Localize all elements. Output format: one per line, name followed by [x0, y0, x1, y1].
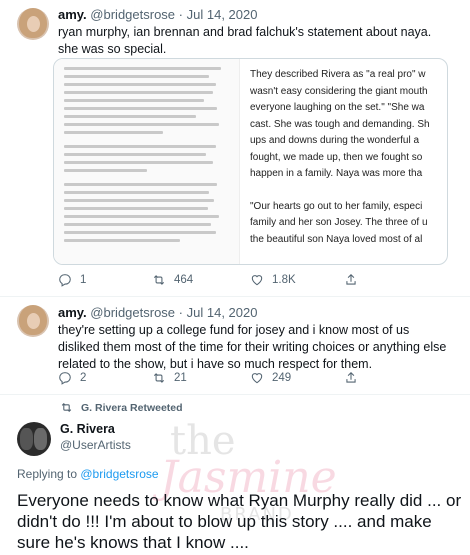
author-handle[interactable]: @UserArtists [60, 438, 131, 452]
reply-button[interactable]: 1 [58, 273, 86, 287]
tweet-text: Everyone needs to know what Ryan Murphy … [17, 491, 462, 552]
retweet-icon [153, 373, 165, 383]
share-icon [346, 372, 356, 383]
avatar-face [27, 16, 40, 32]
reply-button[interactable]: 2 [58, 371, 86, 385]
retweet-count: 21 [174, 372, 187, 384]
tweet-header: amy. @bridgetsrose · Jul 14, 2020 [58, 305, 257, 320]
excerpt-line: "Our hearts go out to her family, especi [250, 200, 423, 212]
avatar[interactable] [17, 8, 49, 40]
tweet-media-image[interactable]: They described Rivera as "a real pro" w … [53, 58, 448, 265]
excerpt-line: cast. She was tough and demanding. Sh [250, 118, 430, 130]
tweet-text: they're setting up a college fund for jo… [58, 323, 447, 371]
article-excerpt-blurred [54, 59, 240, 264]
tweet-date[interactable]: Jul 14, 2020 [187, 305, 258, 320]
retweet-icon [61, 402, 72, 413]
excerpt-line: fought, we made up, then we fought so [250, 151, 423, 163]
share-icon [346, 274, 356, 285]
like-button[interactable]: 1.8K [250, 273, 296, 287]
excerpt-line: everyone laughing on the set." "She wa [250, 102, 425, 113]
tweet-text: ryan murphy, ian brennan and brad falchu… [58, 25, 432, 56]
avatar-person [34, 428, 47, 450]
excerpt-line: wasn't easy considering the giant mouth [250, 85, 428, 97]
share-button[interactable] [344, 371, 358, 385]
excerpt-line: family and her son Josey. The three of u [250, 217, 428, 228]
like-count: 1.8K [272, 274, 296, 286]
author-name[interactable]: amy. [58, 7, 87, 22]
reply-icon [59, 274, 71, 287]
excerpt-line: happen in a family. Naya was more tha [250, 168, 423, 179]
avatar-person [20, 428, 33, 450]
divider [0, 394, 470, 395]
retweet-label[interactable]: G. Rivera Retweeted [81, 402, 183, 414]
retweet-button[interactable]: 21 [152, 371, 187, 385]
heart-icon [251, 373, 263, 384]
separator: · [178, 305, 184, 320]
author-handle[interactable]: @bridgetsrose [90, 305, 175, 320]
replying-prefix: Replying to [17, 467, 81, 481]
retweet-button[interactable]: 464 [152, 273, 193, 287]
reply-count: 1 [80, 274, 87, 286]
heart-icon [251, 275, 263, 286]
share-button[interactable] [344, 273, 358, 287]
retweet-indicator: G. Rivera Retweeted [60, 401, 183, 414]
like-button[interactable]: 249 [250, 371, 291, 385]
avatar[interactable] [17, 305, 49, 337]
retweet-icon [153, 275, 165, 285]
separator: · [178, 7, 184, 22]
avatar-face [27, 313, 40, 329]
author-name[interactable]: amy. [58, 305, 87, 320]
tweet-header: amy. @bridgetsrose · Jul 14, 2020 [58, 7, 257, 22]
author-handle[interactable]: @bridgetsrose [90, 7, 175, 22]
replying-to: Replying to @bridgetsrose [17, 467, 159, 481]
replying-to-link[interactable]: @bridgetsrose [80, 467, 158, 481]
excerpt-line: ups and downs during the wonderful a [250, 135, 420, 146]
reply-count: 2 [80, 372, 87, 384]
excerpt-line: They described Rivera as "a real pro" w [250, 69, 426, 80]
like-count: 249 [272, 372, 292, 384]
article-excerpt: They described Rivera as "a real pro" w … [240, 59, 447, 264]
author-name[interactable]: G. Rivera [60, 422, 115, 436]
avatar[interactable] [17, 422, 51, 456]
tweet-date[interactable]: Jul 14, 2020 [187, 7, 258, 22]
excerpt-line: the beautiful son Naya loved most of al [250, 233, 423, 245]
excerpt-line [250, 183, 439, 199]
watermark-line: the [170, 418, 236, 464]
divider [0, 296, 470, 297]
reply-icon [59, 372, 71, 385]
retweet-count: 464 [174, 274, 194, 286]
